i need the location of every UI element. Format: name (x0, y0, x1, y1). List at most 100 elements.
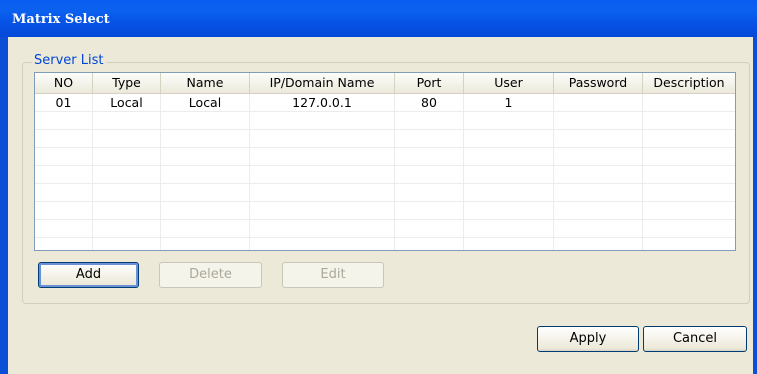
column-header-user[interactable]: User (464, 73, 554, 93)
column-header-no[interactable]: NO (35, 73, 93, 93)
cell-no: 01 (35, 94, 93, 112)
empty-cell (93, 220, 161, 238)
empty-cell (250, 112, 395, 130)
empty-cell (250, 202, 395, 220)
empty-cell (161, 238, 250, 250)
empty-cell (395, 202, 464, 220)
empty-cell (395, 148, 464, 166)
empty-cell (395, 166, 464, 184)
delete-button[interactable]: Delete (159, 262, 262, 288)
column-header-name[interactable]: Name (161, 73, 250, 93)
empty-cell (161, 130, 250, 148)
empty-cell (554, 130, 643, 148)
empty-cell (250, 220, 395, 238)
column-header-password[interactable]: Password (554, 73, 643, 93)
cancel-button[interactable]: Cancel (643, 326, 747, 352)
window-frame-left (0, 37, 8, 374)
empty-cell (395, 238, 464, 250)
empty-cell (643, 130, 735, 148)
title-bar[interactable]: Matrix Select (0, 0, 757, 37)
empty-cell (643, 148, 735, 166)
empty-cell (93, 166, 161, 184)
empty-cell (554, 148, 643, 166)
empty-cell (464, 220, 554, 238)
empty-cell (554, 166, 643, 184)
empty-table-row (35, 166, 735, 184)
cell-name: Local (161, 94, 250, 112)
add-button[interactable]: Add (38, 262, 139, 288)
empty-cell (250, 148, 395, 166)
empty-cell (93, 112, 161, 130)
empty-cell (643, 220, 735, 238)
column-header-port[interactable]: Port (395, 73, 464, 93)
empty-cell (93, 184, 161, 202)
empty-cell (93, 202, 161, 220)
window-frame-right (753, 37, 757, 374)
table-header: NO Type Name IP/Domain Name Port User Pa… (35, 73, 735, 94)
empty-cell (395, 112, 464, 130)
empty-cell (250, 130, 395, 148)
empty-cell (643, 202, 735, 220)
empty-cell (161, 166, 250, 184)
empty-cell (161, 202, 250, 220)
empty-cell (250, 238, 395, 250)
empty-table-row (35, 202, 735, 220)
empty-cell (464, 148, 554, 166)
empty-cell (250, 184, 395, 202)
cell-description (643, 94, 735, 112)
cell-port: 80 (395, 94, 464, 112)
empty-table-row (35, 112, 735, 130)
matrix-select-dialog: Matrix Select Server List NO Type Name I… (0, 0, 757, 374)
empty-cell (35, 202, 93, 220)
empty-cell (161, 148, 250, 166)
empty-cell (554, 238, 643, 250)
empty-cell (250, 166, 395, 184)
empty-cell (643, 112, 735, 130)
column-header-type[interactable]: Type (93, 73, 161, 93)
window-title: Matrix Select (12, 12, 110, 27)
empty-cell (35, 112, 93, 130)
cell-ip-domain: 127.0.0.1 (250, 94, 395, 112)
empty-cell (643, 166, 735, 184)
empty-cell (464, 130, 554, 148)
empty-cell (643, 184, 735, 202)
empty-cell (464, 238, 554, 250)
empty-cell (35, 184, 93, 202)
cell-type: Local (93, 94, 161, 112)
empty-cell (395, 184, 464, 202)
apply-button[interactable]: Apply (537, 326, 639, 352)
empty-cell (464, 112, 554, 130)
empty-cell (464, 184, 554, 202)
empty-table-row (35, 148, 735, 166)
empty-cell (395, 130, 464, 148)
empty-table-row (35, 238, 735, 250)
empty-cell (464, 166, 554, 184)
edit-button[interactable]: Edit (282, 262, 384, 288)
column-header-description[interactable]: Description (643, 73, 735, 93)
server-list-table[interactable]: NO Type Name IP/Domain Name Port User Pa… (34, 72, 736, 251)
empty-cell (161, 184, 250, 202)
empty-cell (161, 112, 250, 130)
empty-cell (554, 184, 643, 202)
empty-table-row (35, 130, 735, 148)
cell-password (554, 94, 643, 112)
empty-cell (93, 238, 161, 250)
empty-cell (35, 238, 93, 250)
cell-user: 1 (464, 94, 554, 112)
empty-cell (35, 220, 93, 238)
empty-cell (93, 130, 161, 148)
empty-cell (643, 238, 735, 250)
empty-cell (35, 166, 93, 184)
empty-cell (93, 148, 161, 166)
empty-table-row (35, 220, 735, 238)
server-list-label: Server List (32, 53, 106, 68)
column-header-ip-domain[interactable]: IP/Domain Name (250, 73, 395, 93)
empty-cell (554, 112, 643, 130)
table-row[interactable]: 01 Local Local 127.0.0.1 80 1 (35, 94, 735, 112)
empty-cell (464, 202, 554, 220)
empty-cell (554, 202, 643, 220)
empty-cell (554, 220, 643, 238)
empty-cell (161, 220, 250, 238)
empty-cell (35, 148, 93, 166)
empty-cell (35, 130, 93, 148)
